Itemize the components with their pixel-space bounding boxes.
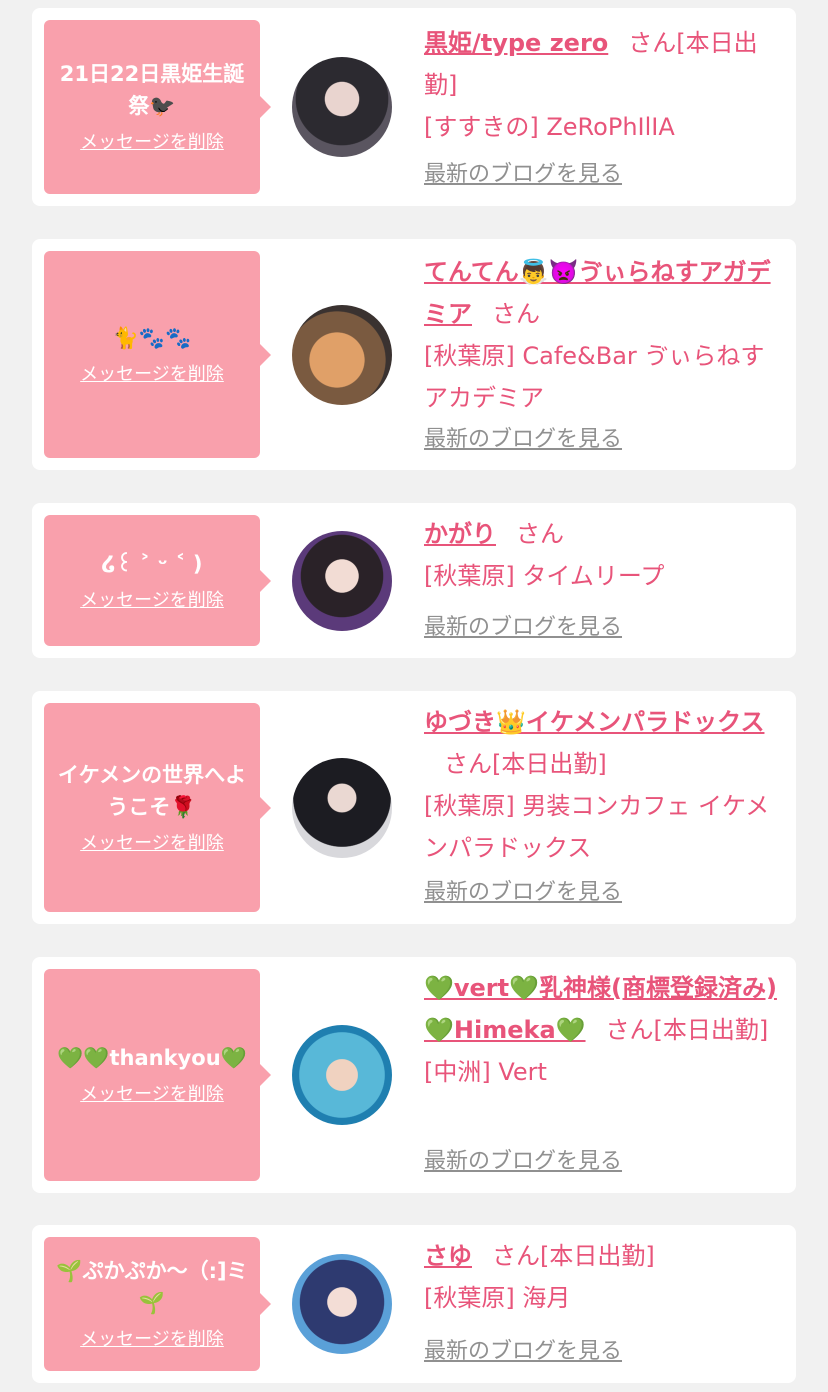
status-badge: [本日出勤] bbox=[653, 1016, 769, 1044]
delete-message-link[interactable]: メッセージを削除 bbox=[80, 1327, 224, 1353]
latest-blog-link[interactable]: 最新のブログを見る bbox=[424, 1337, 622, 1367]
avatar[interactable] bbox=[292, 1025, 392, 1125]
message-text: 🐈🐾🐾 bbox=[112, 325, 192, 350]
san-suffix: さん bbox=[516, 520, 564, 548]
cast-name-link[interactable]: さゆ bbox=[424, 1242, 472, 1270]
message-card: 🐈🐾🐾 メッセージを削除 てんてん👼👿ゔぃらねすアガデミア さん [秋葉原] Ca… bbox=[32, 239, 796, 470]
cast-name-link[interactable]: かがり bbox=[424, 520, 496, 548]
avatar[interactable] bbox=[292, 758, 392, 858]
message-bubble: ໒꒰ ˃ ᵕ ˂ ) メッセージを削除 bbox=[44, 515, 271, 646]
avatar[interactable] bbox=[292, 1254, 392, 1354]
san-suffix: さん bbox=[492, 300, 540, 328]
cast-info: てんてん👼👿ゔぃらねすアガデミア さん [秋葉原] Cafe&Bar ゔぃらねすア… bbox=[424, 251, 782, 419]
san-suffix: さん bbox=[444, 750, 492, 778]
latest-blog-link[interactable]: 最新のブログを見る bbox=[424, 160, 622, 190]
message-bubble: 21日22日黒姫生誕祭🐦‍⬛ メッセージを削除 bbox=[44, 20, 271, 194]
message-bubble: 💚💚thankyou💚 メッセージを削除 bbox=[44, 969, 271, 1181]
cast-info: 💚vert💚乳神様(商標登録済み)💚Himeka💚 さん[本日出勤] [中洲] V… bbox=[424, 967, 782, 1093]
shop-name: [秋葉原] 海月 bbox=[424, 1284, 571, 1312]
latest-blog-link[interactable]: 最新のブログを見る bbox=[424, 1147, 622, 1177]
cast-info: さゆ さん[本日出勤] [秋葉原] 海月 bbox=[424, 1235, 782, 1319]
delete-message-link[interactable]: メッセージを削除 bbox=[80, 130, 224, 156]
message-text: イケメンの世界へようこそ🌹 bbox=[57, 762, 247, 819]
message-list: 21日22日黒姫生誕祭🐦‍⬛ メッセージを削除 黒姫/type zero さん[本… bbox=[0, 0, 828, 1392]
message-text: 🌱ぷかぷか〜（:]ミ🌱 bbox=[56, 1259, 248, 1315]
message-text: 💚💚thankyou💚 bbox=[57, 1046, 247, 1070]
shop-name: [中洲] Vert bbox=[424, 1058, 547, 1086]
message-text: 21日22日黒姫生誕祭🐦‍⬛ bbox=[59, 62, 245, 118]
san-suffix: さん bbox=[605, 1016, 654, 1044]
cast-name-link[interactable]: ゆづき👑イケメンパラドックス bbox=[424, 708, 764, 736]
status-badge: [本日出勤] bbox=[492, 750, 607, 778]
status-badge: [本日出勤] bbox=[540, 1242, 655, 1270]
san-suffix: さん bbox=[628, 29, 677, 57]
shop-name: [秋葉原] 男装コンカフェ イケメンパラドックス bbox=[424, 792, 770, 862]
latest-blog-link[interactable]: 最新のブログを見る bbox=[424, 878, 622, 908]
cast-info: 黒姫/type zero さん[本日出勤] [すすきの] ZeRoPhIlIA bbox=[424, 22, 782, 148]
latest-blog-link[interactable]: 最新のブログを見る bbox=[424, 425, 622, 455]
cast-name-link[interactable]: 黒姫/type zero bbox=[424, 29, 608, 57]
cast-name-link[interactable]: てんてん👼👿ゔぃらねすアガデミア bbox=[424, 258, 771, 328]
message-card: 💚💚thankyou💚 メッセージを削除 💚vert💚乳神様(商標登録済み)💚H… bbox=[32, 957, 796, 1193]
delete-message-link[interactable]: メッセージを削除 bbox=[80, 362, 224, 388]
message-card: イケメンの世界へようこそ🌹 メッセージを削除 ゆづき👑イケメンパラドックスさん[… bbox=[32, 691, 796, 924]
message-card: 21日22日黒姫生誕祭🐦‍⬛ メッセージを削除 黒姫/type zero さん[本… bbox=[32, 8, 796, 206]
shop-name: [秋葉原] Cafe&Bar ゔぃらねすアカデミア bbox=[424, 342, 765, 412]
message-card: 🌱ぷかぷか〜（:]ミ🌱 メッセージを削除 さゆ さん[本日出勤] [秋葉原] 海月… bbox=[32, 1225, 796, 1383]
shop-name: [秋葉原] タイムリープ bbox=[424, 562, 665, 590]
message-bubble: 🌱ぷかぷか〜（:]ミ🌱 メッセージを削除 bbox=[44, 1237, 271, 1371]
latest-blog-link[interactable]: 最新のブログを見る bbox=[424, 613, 622, 643]
delete-message-link[interactable]: メッセージを削除 bbox=[80, 1082, 224, 1108]
cast-info: かがり さん [秋葉原] タイムリープ bbox=[424, 513, 782, 597]
san-suffix: さん bbox=[492, 1242, 540, 1270]
message-text: ໒꒰ ˃ ᵕ ˂ ) bbox=[101, 551, 203, 576]
message-card: ໒꒰ ˃ ᵕ ˂ ) メッセージを削除 かがり さん [秋葉原] タイムリープ 最… bbox=[32, 503, 796, 658]
message-bubble: 🐈🐾🐾 メッセージを削除 bbox=[44, 251, 271, 458]
delete-message-link[interactable]: メッセージを削除 bbox=[80, 588, 224, 614]
shop-name: [すすきの] ZeRoPhIlIA bbox=[424, 113, 675, 141]
cast-info: ゆづき👑イケメンパラドックスさん[本日出勤] [秋葉原] 男装コンカフェ イケメ… bbox=[424, 701, 782, 869]
avatar[interactable] bbox=[292, 57, 392, 157]
avatar[interactable] bbox=[292, 305, 392, 405]
delete-message-link[interactable]: メッセージを削除 bbox=[80, 831, 224, 857]
avatar[interactable] bbox=[292, 531, 392, 631]
message-bubble: イケメンの世界へようこそ🌹 メッセージを削除 bbox=[44, 703, 271, 912]
